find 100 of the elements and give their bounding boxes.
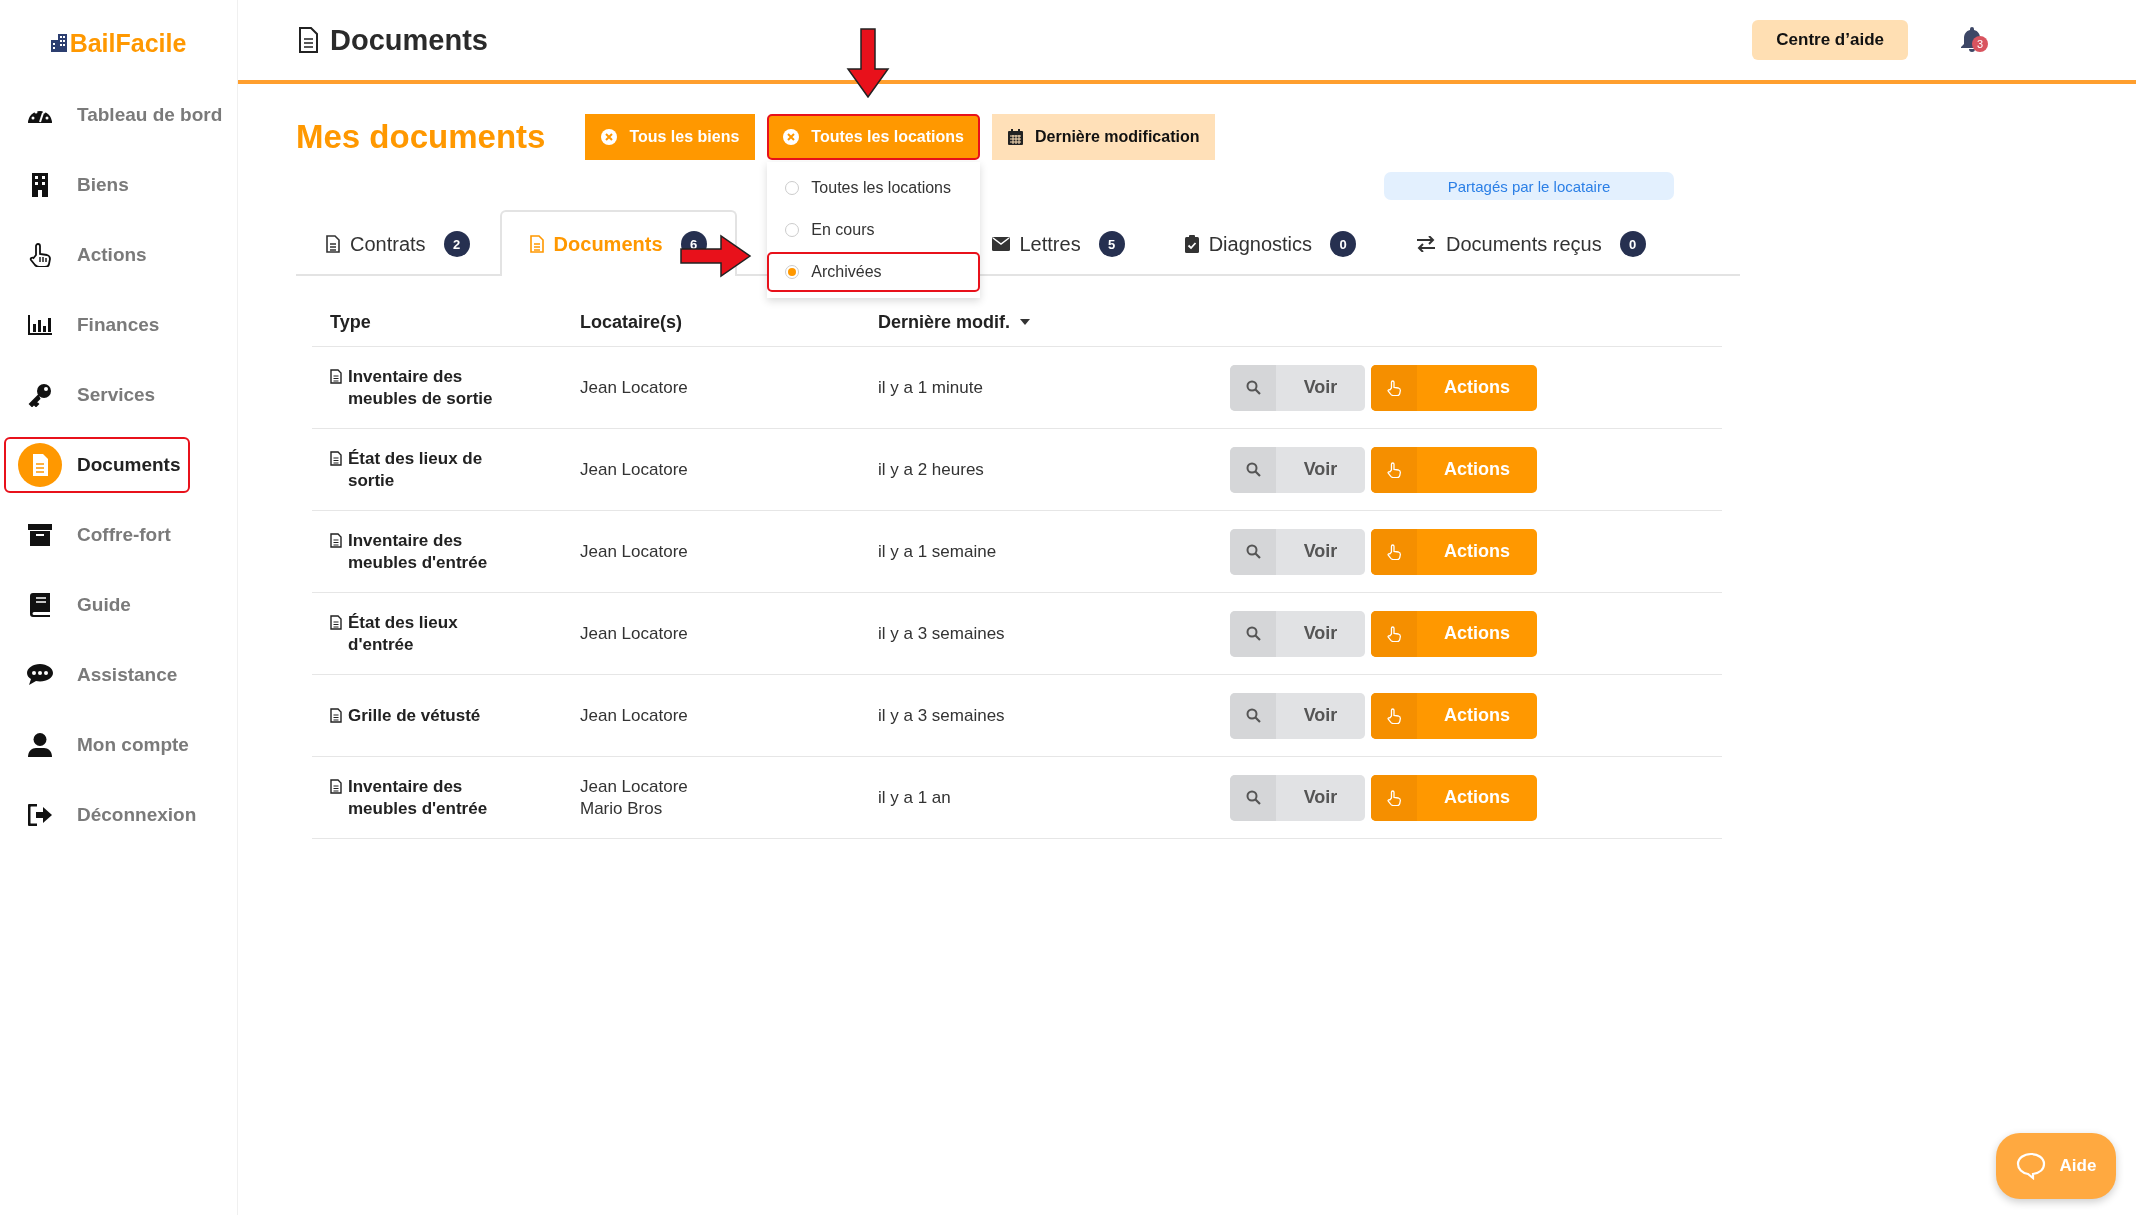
tenant-name: Jean Locatore	[580, 458, 689, 481]
document-icon	[18, 443, 62, 487]
pointing-hand-icon	[1387, 379, 1401, 396]
actions-button[interactable]: Actions	[1371, 774, 1537, 821]
search-icon	[1245, 462, 1261, 477]
notification-bell[interactable]: 3	[1960, 26, 1986, 54]
document-type-cell: Grille de vétusté	[312, 704, 580, 727]
user-icon	[28, 733, 52, 757]
tenant-name: Jean Locatore	[580, 704, 689, 727]
count-badge: 2	[443, 231, 470, 257]
view-button[interactable]: Voir	[1230, 528, 1365, 575]
radio-option[interactable]: Archivées	[767, 252, 980, 292]
document-type-cell: Inventaire des meubles d'entrée	[312, 529, 580, 574]
clipboard-check-icon	[1184, 235, 1199, 253]
filter-button[interactable]: Tous les biens	[585, 114, 756, 160]
page-header-title: Documents	[330, 23, 488, 57]
view-button[interactable]: Voir	[1230, 446, 1365, 493]
modified-time: il y a 1 an	[878, 787, 951, 807]
search-icon	[1245, 626, 1261, 641]
tab[interactable]: Documents reçus 0	[1386, 210, 1676, 276]
search-icon	[1245, 380, 1261, 395]
filter-button[interactable]: Dernière modification	[991, 114, 1216, 160]
tenant-name: Mario Bros	[580, 797, 664, 820]
column-header[interactable]: Dernière modif.	[878, 311, 1230, 333]
tenant-name: Jean Locatore	[580, 376, 689, 399]
document-icon	[529, 235, 544, 253]
logout-icon	[28, 804, 52, 826]
view-button[interactable]: Voir	[1230, 364, 1365, 411]
speech-bubble-icon	[2015, 1152, 2046, 1180]
key-icon	[28, 383, 52, 407]
view-button[interactable]: Voir	[1230, 610, 1365, 657]
bar-chart-icon	[28, 315, 52, 335]
pointing-hand-icon	[1387, 625, 1401, 642]
actions-button[interactable]: Actions	[1371, 692, 1537, 739]
filter-button[interactable]: Toutes les locations	[767, 114, 980, 160]
document-icon	[330, 368, 342, 384]
actions-button[interactable]: Actions	[1371, 364, 1537, 411]
document-type-cell: État des lieux d'entrée	[312, 611, 580, 656]
tenant-name: Jean Locatore	[580, 540, 689, 563]
section-title: Mes documents	[296, 118, 546, 156]
view-button[interactable]: Voir	[1230, 774, 1365, 821]
help-center-button[interactable]: Centre d’aide	[1752, 20, 1908, 60]
sidebar-item[interactable]: Documents	[4, 437, 191, 493]
pointing-hand-icon	[1387, 789, 1401, 806]
clear-circle-icon	[783, 129, 800, 145]
modified-time: il y a 2 heures	[878, 459, 984, 479]
book-icon	[30, 593, 50, 617]
search-icon	[1245, 790, 1261, 805]
notification-count: 3	[1972, 36, 1988, 52]
sidebar-item[interactable]: Guide	[4, 577, 188, 633]
column-header[interactable]: Type	[312, 311, 580, 333]
document-icon	[330, 532, 342, 548]
document-type-cell: État des lieux de sortie	[312, 447, 580, 492]
modified-time: il y a 3 semaines	[878, 623, 1005, 643]
tenant-name: Jean Locatore	[580, 775, 689, 798]
actions-button[interactable]: Actions	[1371, 528, 1537, 575]
envelope-icon	[991, 237, 1010, 251]
caret-down-icon	[1020, 319, 1031, 325]
sidebar-item[interactable]: Services	[4, 367, 188, 423]
sidebar-item[interactable]: Biens	[4, 157, 188, 213]
sidebar-item[interactable]: Finances	[4, 297, 188, 353]
pointing-hand-icon	[1387, 707, 1401, 724]
exchange-arrows-icon	[1416, 236, 1437, 252]
modified-time: il y a 1 semaine	[878, 541, 997, 561]
modified-time: il y a 1 minute	[878, 377, 983, 397]
tab[interactable]: Diagnostics 0	[1154, 210, 1387, 276]
tab[interactable]: Documents 6	[499, 210, 737, 276]
pointing-hand-icon	[1387, 543, 1401, 560]
document-type-cell: Inventaire des meubles de sortie	[312, 365, 580, 410]
clear-circle-icon	[601, 129, 618, 145]
radio-option[interactable]: Toutes les locations	[767, 168, 980, 208]
sidebar-item[interactable]: Mon compte	[4, 717, 199, 773]
document-icon	[326, 235, 340, 253]
document-icon	[298, 27, 318, 53]
column-header[interactable]: Locataire(s)	[580, 311, 878, 333]
arrow-annotation	[680, 234, 752, 278]
tab[interactable]: Contrats 2	[296, 210, 500, 276]
document-icon	[330, 614, 342, 630]
sidebar-item[interactable]: Actions	[4, 227, 188, 283]
arrow-annotation	[846, 28, 890, 98]
actions-button[interactable]: Actions	[1371, 610, 1537, 657]
view-button[interactable]: Voir	[1230, 692, 1365, 739]
pointing-hand-icon	[29, 243, 51, 267]
sidebar-item[interactable]: Assistance	[4, 647, 188, 703]
calendar-icon	[1007, 129, 1023, 145]
tenant-name: Jean Locatore	[580, 622, 689, 645]
count-badge: 0	[1619, 231, 1646, 257]
shared-by-tenant-pill[interactable]: Partagés par le locataire	[1384, 172, 1674, 200]
sidebar-item[interactable]: Déconnexion	[4, 787, 207, 843]
search-icon	[1245, 708, 1261, 723]
modified-time: il y a 3 semaines	[878, 705, 1005, 725]
document-icon	[330, 707, 342, 723]
speech-bubble-icon	[27, 664, 53, 686]
brand-name[interactable]: BailFacile	[69, 28, 187, 58]
actions-button[interactable]: Actions	[1371, 446, 1537, 493]
building-icon	[31, 173, 49, 197]
pointing-hand-icon	[1387, 461, 1401, 478]
search-icon	[1245, 544, 1261, 559]
sidebar-item[interactable]: Tableau de bord	[4, 87, 233, 143]
sidebar-item[interactable]: Coffre-fort	[4, 507, 188, 563]
